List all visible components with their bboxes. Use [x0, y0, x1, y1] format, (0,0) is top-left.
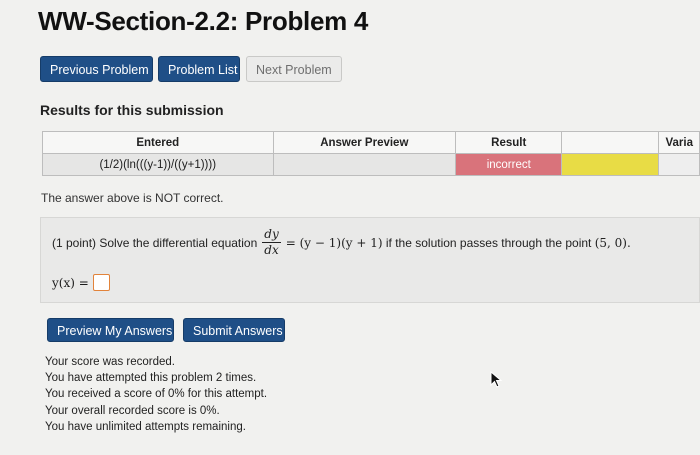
score-line: Your score was recorded.: [45, 356, 175, 368]
column-header-variable: Varia: [658, 131, 700, 154]
results-row: (1/2)(ln(((y-1))/((y+1)))) incorrect: [42, 153, 700, 176]
initial-point: (5, 0).: [594, 235, 631, 250]
preview-cell: [272, 153, 457, 176]
score-line: You have attempted this problem 2 times.: [45, 372, 257, 385]
results-table: Entered Answer Preview Result Varia (1/2…: [42, 131, 700, 176]
results-heading: Results for this submission: [40, 102, 224, 118]
next-problem-button: Next Problem: [246, 56, 342, 82]
derivative-fraction: dy dx: [262, 227, 281, 257]
preview-answers-button[interactable]: Preview My Answers: [47, 318, 174, 342]
score-line: Your overall recorded score is 0%.: [45, 404, 220, 417]
page-title: WW-Section-2.2: Problem 4: [38, 6, 369, 36]
problem-points: (1 point): [52, 235, 97, 250]
previous-problem-button[interactable]: Previous Problem: [40, 56, 153, 82]
column-header-message: [561, 131, 660, 154]
answer-label: y(x) =: [52, 275, 89, 290]
result-cell: incorrect: [455, 153, 563, 176]
score-summary: Your score was recorded. You have attemp…: [45, 354, 267, 435]
answer-line: y(x) =: [52, 274, 110, 291]
score-line: You have unlimited attempts remaining.: [45, 420, 246, 433]
column-header-preview: Answer Preview: [272, 131, 457, 154]
condition-text: if the solution passes through the point: [385, 235, 592, 250]
problem-intro: Solve the differential equation: [99, 235, 258, 250]
message-cell: [561, 153, 660, 176]
problem-statement: (1 point) Solve the differential equatio…: [52, 228, 631, 257]
problem-list-button[interactable]: Problem List: [158, 56, 240, 82]
submit-answers-button[interactable]: Submit Answers: [183, 318, 285, 342]
column-header-entered: Entered: [42, 131, 274, 154]
fraction-numerator: dy: [262, 227, 281, 243]
results-header-row: Entered Answer Preview Result Varia: [42, 131, 700, 154]
column-header-result: Result: [455, 131, 563, 154]
entered-cell: (1/2)(ln(((y-1))/((y+1)))): [42, 153, 274, 176]
fraction-denominator: dx: [264, 243, 279, 257]
answer-input[interactable]: [92, 274, 110, 291]
status-message: The answer above is NOT correct.: [41, 191, 224, 205]
variable-cell: [658, 153, 700, 176]
equation-rhs: = (y − 1)(y + 1): [285, 235, 383, 250]
problem-box: (1 point) Solve the differential equatio…: [40, 217, 700, 303]
score-line: You received a score of 0% for this atte…: [45, 388, 268, 401]
